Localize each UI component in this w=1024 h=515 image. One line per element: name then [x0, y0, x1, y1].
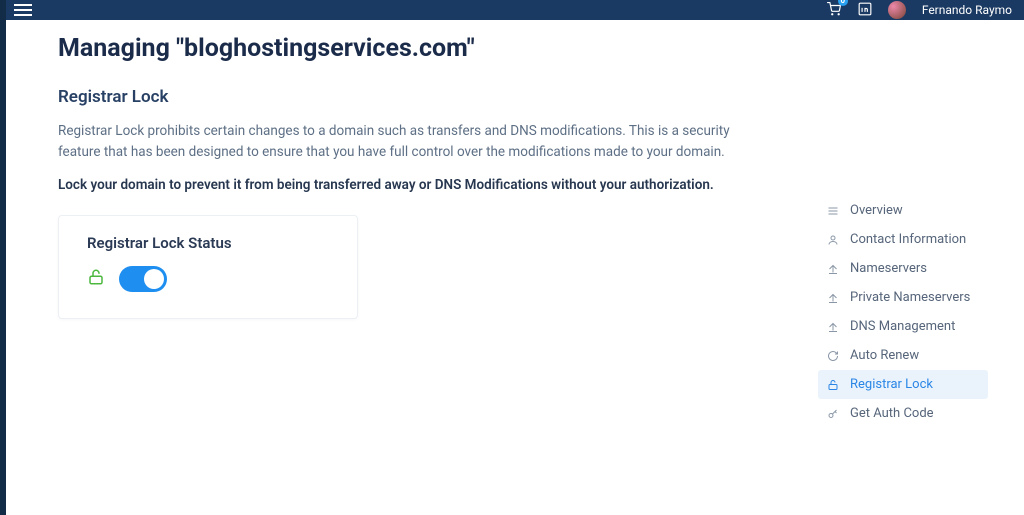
sidebar-item-auto-renew[interactable]: Auto Renew	[818, 341, 988, 370]
card-row	[87, 266, 333, 292]
user-icon	[826, 234, 840, 246]
linkedin-icon	[858, 2, 872, 16]
sidebar-item-label: Get Auth Code	[850, 406, 934, 421]
sidebar-item-nameservers[interactable]: Nameservers	[818, 254, 988, 283]
sidebar-item-overview[interactable]: Overview	[818, 196, 988, 225]
sidebar-item-label: Auto Renew	[850, 348, 919, 363]
sidebar-item-label: DNS Management	[850, 319, 955, 334]
top-bar: 0 Fernando Raymo	[0, 0, 1024, 20]
sidebar-item-label: Registrar Lock	[850, 377, 933, 392]
sidebar-item-label: Overview	[850, 203, 903, 218]
linkedin-button[interactable]	[858, 2, 872, 19]
upload-icon	[826, 263, 840, 275]
upload-icon	[826, 321, 840, 333]
top-right-group: 0 Fernando Raymo	[826, 1, 1012, 19]
registrar-lock-toggle[interactable]	[119, 266, 167, 292]
hamburger-menu-button[interactable]	[14, 4, 32, 16]
sidebar-item-label: Contact Information	[850, 232, 966, 247]
section-bold-description: Lock your domain to prevent it from bein…	[58, 177, 778, 193]
domain-sidebar: Overview Contact Information Nameservers…	[818, 196, 988, 428]
sidebar-item-auth-code[interactable]: Get Auth Code	[818, 399, 988, 428]
sidebar-item-label: Private Nameservers	[850, 290, 970, 305]
page-title: Managing "bloghostingservices.com"	[58, 34, 1024, 63]
list-icon	[826, 205, 840, 217]
sidebar-item-private-nameservers[interactable]: Private Nameservers	[818, 283, 988, 312]
avatar[interactable]	[888, 1, 906, 19]
registrar-lock-card: Registrar Lock Status	[58, 215, 358, 319]
sidebar-item-dns-management[interactable]: DNS Management	[818, 312, 988, 341]
card-title: Registrar Lock Status	[87, 234, 333, 252]
page-content: Managing "bloghostingservices.com" Regis…	[0, 20, 1024, 515]
upload-icon	[826, 292, 840, 304]
cart-button[interactable]: 0	[826, 2, 842, 19]
sidebar-item-contact-info[interactable]: Contact Information	[818, 225, 988, 254]
toggle-knob	[144, 269, 164, 289]
refresh-icon	[826, 350, 840, 362]
lock-open-icon	[87, 268, 105, 290]
username-label[interactable]: Fernando Raymo	[922, 3, 1012, 17]
key-icon	[826, 408, 840, 420]
section-title: Registrar Lock	[58, 87, 1024, 107]
sidebar-item-label: Nameservers	[850, 261, 927, 276]
lock-icon	[826, 379, 840, 391]
sidebar-item-registrar-lock[interactable]: Registrar Lock	[818, 370, 988, 399]
cart-badge: 0	[838, 0, 848, 6]
section-description: Registrar Lock prohibits certain changes…	[58, 121, 758, 163]
